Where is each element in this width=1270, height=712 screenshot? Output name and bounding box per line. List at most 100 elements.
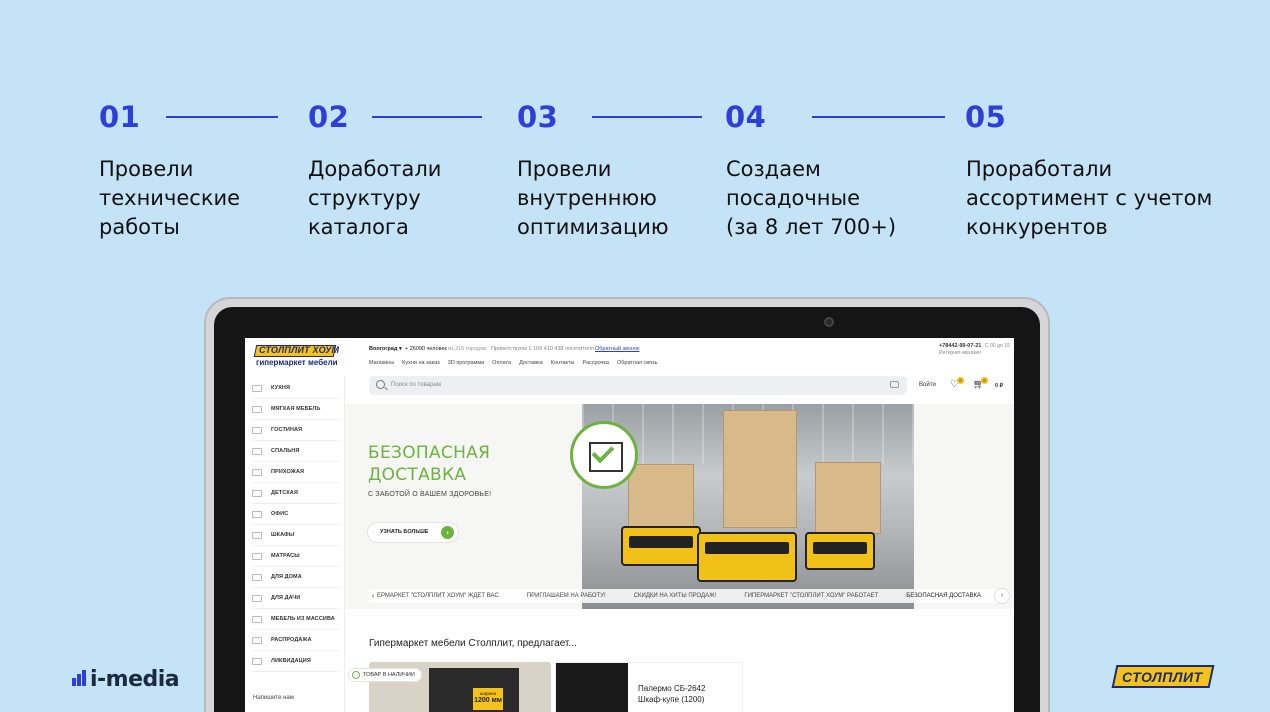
cart-total: 0 ₽: [995, 383, 1004, 389]
sidebar-item-home[interactable]: ДЛЯ ДОМА: [252, 567, 340, 588]
office-chair-icon: [252, 510, 262, 518]
offers-heading: Гипермаркет мебели Столплит, предлагает.…: [369, 638, 577, 649]
sidebar-item-office[interactable]: ОФИС: [252, 504, 340, 525]
visitors-suffix: из 216 городов.: [448, 346, 488, 352]
width-tag: ширина 1200 мм: [473, 688, 503, 710]
ticker-item[interactable]: ПРИГЛАШАЕМ НА РАБОТУ!: [527, 593, 606, 599]
city-selector[interactable]: Волгоград ▾: [369, 346, 402, 352]
learn-more-button[interactable]: УЗНАТЬ БОЛЬШЕ ›: [368, 523, 458, 542]
stolplit-logo-text: СТОЛПЛИТ: [1122, 669, 1203, 685]
kids-icon: [252, 489, 262, 497]
sofa-icon: [252, 405, 262, 413]
kitchen-icon: [252, 384, 262, 392]
check-icon: [352, 671, 360, 679]
sidebar-item-soft-furniture[interactable]: МЯГКАЯ МЕБЕЛЬ: [252, 399, 340, 420]
shop-label: Интернет-магазин: [939, 350, 981, 356]
search-input[interactable]: Поиск по товарам: [391, 382, 441, 388]
sidebar-item-living-room[interactable]: ГОСТИНАЯ: [252, 420, 340, 441]
garden-icon: [252, 594, 262, 602]
wardrobe-image: [556, 663, 628, 712]
arrow-right-icon: ›: [441, 526, 454, 539]
ticker-item-active[interactable]: БЕЗОПАСНАЯ ДОСТАВКА: [906, 593, 981, 599]
hallway-icon: [252, 468, 262, 476]
search-bar[interactable]: Поиск по товарам: [369, 376, 907, 395]
lamp-icon: [252, 573, 262, 581]
callback-link[interactable]: Обратный звонок: [595, 346, 639, 352]
step-3-number: 03: [517, 100, 559, 134]
product-card[interactable]: Палермо СБ-2642 Шкаф-купе (1200): [555, 662, 743, 712]
step-5-number: 05: [965, 100, 1007, 134]
sidebar-item-liquidation[interactable]: ЛИКВИДАЦИЯ: [252, 651, 340, 672]
news-ticker: ‹ ЕРМАРКЕТ "СТОЛПЛИТ ХОУМ" ЖДЕТ ВАС ПРИГ…: [369, 589, 1009, 603]
wood-icon: [252, 615, 262, 623]
bed-icon: [252, 447, 262, 455]
imedia-logo: i-media: [90, 667, 180, 692]
menu-item-feedback[interactable]: Обратная связь: [617, 360, 658, 366]
catalog-sidebar: КУХНЯ МЯГКАЯ МЕБЕЛЬ ГОСТИНАЯ СПАЛЬНЯ ПРИ…: [245, 376, 345, 712]
sidebar-item-wardrobes[interactable]: ШКАФЫ: [252, 525, 340, 546]
banner-subtitle: С ЗАБОТОЙ О ВАШЕМ ЗДОРОВЬЕ!: [368, 491, 492, 498]
cart-badge: 0: [981, 377, 988, 384]
ticker-prev-icon[interactable]: ‹: [369, 593, 377, 600]
sidebar-item-sale[interactable]: РАСПРОДАЖА: [252, 630, 340, 651]
boxes-right: [815, 462, 881, 534]
warning-icon: [252, 657, 262, 665]
hero-banner[interactable]: БЕЗОПАСНАЯ ДОСТАВКА С ЗАБОТОЙ О ВАШЕМ ЗД…: [345, 404, 1014, 609]
step-4-number: 04: [725, 100, 767, 134]
menu-item-3d[interactable]: 3D программа: [448, 360, 484, 366]
sidebar-item-bedroom[interactable]: СПАЛЬНЯ: [252, 441, 340, 462]
menu-item-contacts[interactable]: Контакты: [551, 360, 575, 366]
favorites-badge: 0: [957, 377, 964, 384]
step-3-text: Провели внутреннюю оптимизацию: [517, 157, 669, 239]
login-link[interactable]: Войти: [919, 382, 936, 388]
step-4-connector: [812, 116, 945, 118]
product-title[interactable]: Палермо СБ-2642 Шкаф-купе (1200): [638, 683, 705, 705]
step-2-connector: [372, 116, 482, 118]
ticker-next-icon[interactable]: ›: [995, 589, 1009, 603]
banner-title: БЕЗОПАСНАЯ ДОСТАВКА: [368, 443, 491, 485]
mattress-icon: [252, 552, 262, 560]
menu-item-installment[interactable]: Рассрочка: [582, 360, 609, 366]
menu-item-payment[interactable]: Оплата: [492, 360, 511, 366]
sidebar-item-mattresses[interactable]: МАТРАСЫ: [252, 546, 340, 567]
robot-right: [805, 532, 875, 570]
ticker-item[interactable]: СКИДКИ НА ХИТЫ ПРОДАЖ!: [634, 593, 717, 599]
search-icon: [376, 380, 385, 389]
imedia-logo-mark: [72, 670, 88, 686]
sidebar-item-hallway[interactable]: ПРИХОЖАЯ: [252, 462, 340, 483]
ticker-item[interactable]: ЕРМАРКЕТ "СТОЛПЛИТ ХОУМ" ЖДЕТ ВАС: [377, 593, 499, 599]
step-3-connector: [592, 116, 702, 118]
site-logo-text: СТОЛПЛИТ ХОУМ: [259, 345, 340, 355]
sale-icon: [252, 636, 262, 644]
camera-icon: [824, 317, 834, 327]
step-2-text: Доработали структуру каталога: [308, 157, 442, 239]
boxes-left: [628, 464, 694, 532]
ticker-item[interactable]: ГИПЕРМАРКЕТ "СТОЛПЛИТ ХОУМ" РАБОТАЕТ: [744, 593, 878, 599]
robot-left: [621, 526, 701, 566]
sidebar-item-kitchen[interactable]: КУХНЯ: [252, 378, 340, 399]
menu-item-delivery[interactable]: Доставка: [519, 360, 543, 366]
learn-more-label: УЗНАТЬ БОЛЬШЕ: [380, 529, 429, 535]
step-5-text: Проработали ассортимент с учетом конкуре…: [966, 157, 1213, 239]
step-1-number: 01: [99, 100, 141, 134]
sidebar-item-dacha[interactable]: ДЛЯ ДАЧИ: [252, 588, 340, 609]
visitors-line: Приветствуем 1 109 410 438 посетителя: [491, 346, 594, 352]
sidebar-item-kids[interactable]: ДЕТСКАЯ: [252, 483, 340, 504]
step-1-connector: [166, 116, 278, 118]
phone-number[interactable]: +78442-99-07-21: [939, 343, 981, 349]
sidebar-item-solid-wood[interactable]: МЕБЕЛЬ ИЗ МАССИВА: [252, 609, 340, 630]
work-hours: С 00 до 19: [985, 343, 1010, 349]
step-2-number: 02: [308, 100, 350, 134]
camera-search-icon[interactable]: [890, 381, 899, 388]
visitors-count: + 26090 человек: [405, 346, 447, 352]
in-stock-badge: ТОВАР В НАЛИЧИИ: [349, 669, 421, 681]
top-menu: Магазины Кухни на заказ 3D программа Опл…: [369, 360, 658, 366]
boxes-center: [723, 410, 797, 528]
step-1-text: Провели технические работы: [99, 157, 241, 239]
step-4-text: Создаем посадочные (за 8 лет 700+): [726, 157, 897, 239]
menu-item-kitchens[interactable]: Кухни на заказ: [402, 360, 440, 366]
menu-item-shops[interactable]: Магазины: [369, 360, 394, 366]
living-room-icon: [252, 426, 262, 434]
delivery-box-icon: [570, 421, 638, 489]
write-us-link[interactable]: Напишите нам: [253, 695, 294, 701]
